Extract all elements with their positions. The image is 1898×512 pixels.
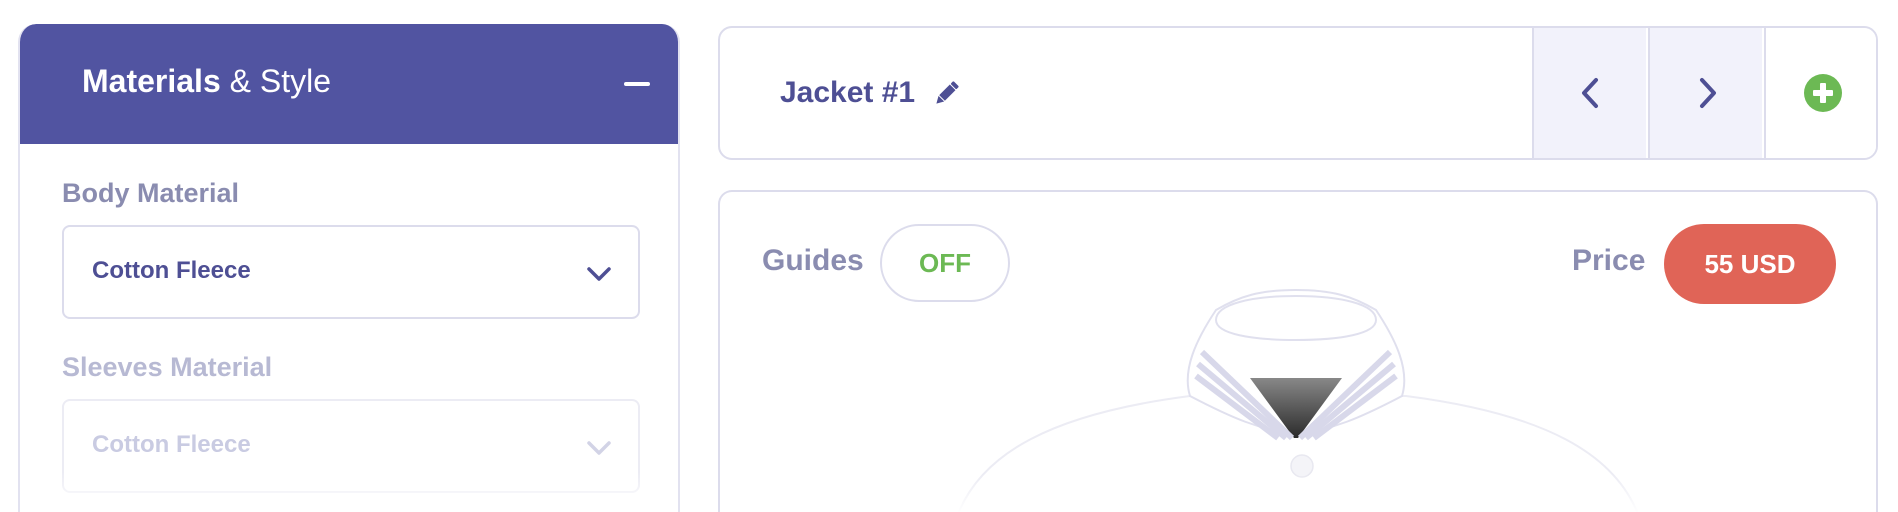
jacket-name: Jacket #1 [780,76,916,109]
add-jacket-button[interactable] [1764,28,1876,158]
panel-title-rest: & Style [220,63,331,99]
minus-icon [624,82,650,86]
collapse-button[interactable] [612,62,662,106]
jacket-toolbar: Jacket #1 [718,26,1878,160]
sleeves-material-label: Sleeves Material [62,352,273,382]
panel-header: Materials & Style [20,24,678,144]
fade-overlay [20,472,678,512]
jacket-illustration [720,288,1876,512]
previous-jacket-button[interactable] [1532,28,1646,158]
materials-style-panel: Materials & Style Body Material Cotton F… [18,24,680,512]
chevron-left-icon [1582,78,1598,108]
body-material-value: Cotton Fleece [92,257,251,284]
body-material-label: Body Material [62,178,240,208]
next-jacket-button[interactable] [1648,28,1762,158]
plus-circle-icon [1804,74,1842,112]
chevron-down-icon [587,441,611,455]
sleeves-material-value: Cotton Fleece [92,431,251,458]
pencil-icon[interactable] [932,78,962,108]
panel-title: Materials & Style [82,62,331,100]
panel-title-bold: Materials [82,63,221,99]
body-material-select[interactable]: Cotton Fleece [62,225,640,319]
jacket-preview: Guides OFF Price 55 USD [718,190,1878,512]
chevron-down-icon [587,267,611,281]
chevron-right-icon [1700,78,1716,108]
